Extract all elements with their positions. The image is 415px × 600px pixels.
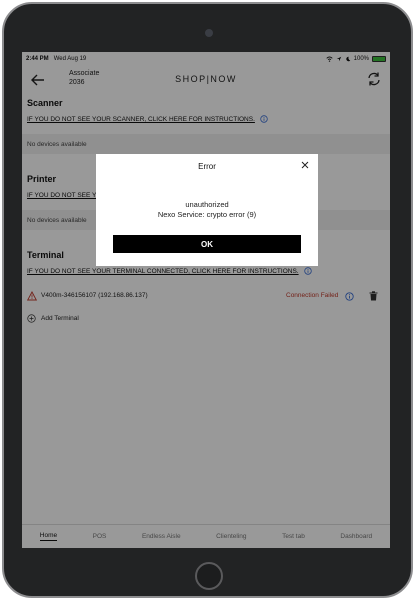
app-screen: 2:44 PM Wed Aug 19 100% Associate 2036 S… [22,52,390,548]
dialog-title: Error [198,162,216,171]
error-dialog: Error unauthorized Nexo Service: crypto … [96,154,318,266]
dialog-message-line2: Nexo Service: crypto error (9) [157,210,257,219]
dialog-message-line1: unauthorized [185,200,229,209]
camera-icon [205,29,213,37]
home-button[interactable] [195,562,223,590]
close-icon[interactable] [300,160,310,170]
ok-button[interactable]: OK [113,235,301,253]
modal-backdrop[interactable] [22,52,390,548]
